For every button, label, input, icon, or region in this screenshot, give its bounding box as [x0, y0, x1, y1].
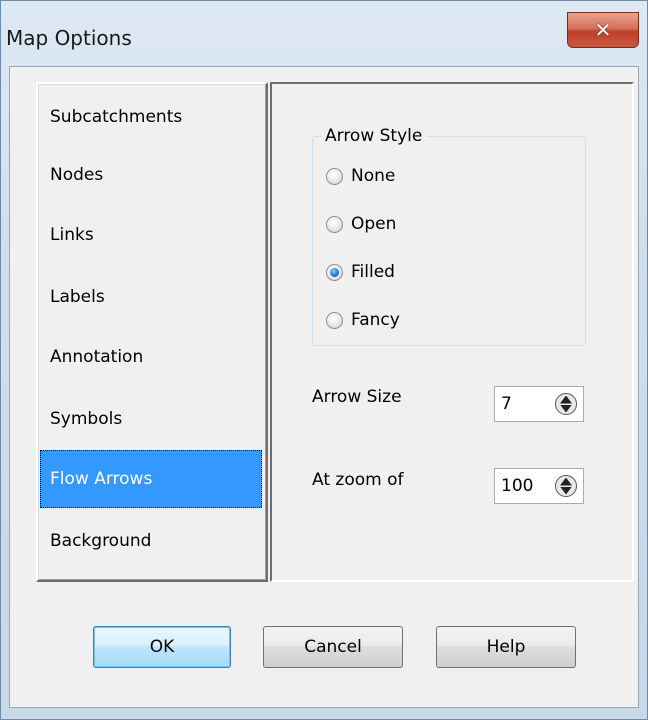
sidebar-item-label: Symbols — [50, 409, 123, 429]
sidebar-item-label: Subcatchments — [50, 107, 183, 127]
spin-updown-icon[interactable] — [555, 393, 577, 415]
sidebar-item-label: Background — [50, 531, 152, 551]
sidebar-item-nodes[interactable]: Nodes — [40, 146, 262, 204]
radio-icon — [326, 167, 343, 185]
arrow-size-label: Arrow Size — [312, 387, 402, 407]
sidebar-item-label: Flow Arrows — [50, 469, 153, 489]
radio-label: Fancy — [351, 310, 400, 330]
radio-label: Open — [351, 214, 397, 234]
arrow-size-value[interactable]: 7 — [495, 394, 555, 414]
help-button[interactable]: Help — [436, 626, 576, 668]
spin-updown-icon[interactable] — [555, 475, 577, 497]
radio-label: None — [351, 166, 396, 186]
sidebar-item-background[interactable]: Background — [40, 512, 262, 570]
zoom-spinner[interactable]: 100 — [494, 468, 584, 504]
radio-label: Filled — [351, 262, 395, 282]
radio-arrow-none[interactable]: None — [326, 163, 395, 189]
category-list: Subcatchments Nodes Links Labels Annotat… — [36, 82, 268, 582]
ok-button[interactable]: OK — [93, 626, 231, 668]
close-icon: ✕ — [594, 18, 612, 42]
help-button-label: Help — [486, 637, 526, 657]
radio-arrow-fancy[interactable]: Fancy — [326, 307, 400, 333]
zoom-label: At zoom of — [312, 470, 404, 490]
sidebar-item-subcatchments[interactable]: Subcatchments — [40, 88, 262, 146]
arrow-style-group-label: Arrow Style — [321, 126, 427, 146]
sidebar-item-flow-arrows[interactable]: Flow Arrows — [40, 450, 262, 508]
radio-icon — [326, 311, 343, 329]
sidebar-item-label: Labels — [50, 287, 105, 307]
radio-checked-icon — [326, 263, 343, 281]
radio-arrow-open[interactable]: Open — [326, 211, 396, 237]
ok-button-label: OK — [149, 637, 175, 657]
radio-icon — [326, 215, 343, 233]
sidebar-item-symbols[interactable]: Symbols — [40, 390, 262, 448]
zoom-value[interactable]: 100 — [495, 476, 555, 496]
cancel-button-label: Cancel — [304, 637, 362, 657]
sidebar-item-label: Annotation — [50, 347, 144, 367]
sidebar-item-label: Links — [50, 225, 94, 245]
close-button[interactable]: ✕ — [567, 12, 639, 48]
arrow-size-spinner[interactable]: 7 — [494, 386, 584, 422]
sidebar-item-annotation[interactable]: Annotation — [40, 328, 262, 386]
window-title: Map Options — [6, 26, 132, 50]
sidebar-item-labels[interactable]: Labels — [40, 268, 262, 326]
sidebar-item-label: Nodes — [50, 165, 104, 185]
cancel-button[interactable]: Cancel — [263, 626, 403, 668]
radio-arrow-filled[interactable]: Filled — [326, 259, 395, 285]
sidebar-item-links[interactable]: Links — [40, 206, 262, 264]
